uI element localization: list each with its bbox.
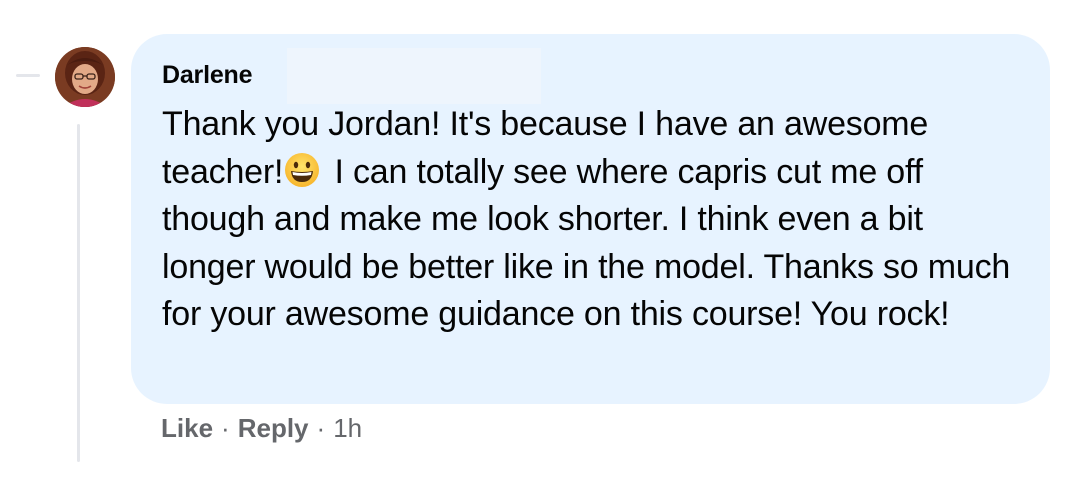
thread-reply-line [77, 124, 80, 462]
avatar-photo [55, 47, 115, 107]
action-separator: · [221, 413, 230, 443]
comment-actions: Like · Reply · 1h [161, 410, 362, 446]
action-separator: · [316, 413, 326, 443]
reply-button[interactable]: Reply [238, 413, 309, 443]
comment-timestamp[interactable]: 1h [333, 413, 362, 443]
comment-text: Thank you Jordan! It's because I have an… [162, 101, 1020, 339]
thread-connector-line [16, 74, 40, 77]
comment-header: Darlene [162, 48, 1020, 104]
grinning-face-emoji-icon [283, 151, 321, 189]
author-name[interactable]: Darlene [162, 61, 253, 89]
like-button[interactable]: Like [161, 413, 213, 443]
redacted-surname-block [287, 48, 541, 104]
avatar[interactable] [55, 47, 115, 107]
comment-bubble: Darlene Thank you Jordan! It's because I… [131, 34, 1050, 404]
